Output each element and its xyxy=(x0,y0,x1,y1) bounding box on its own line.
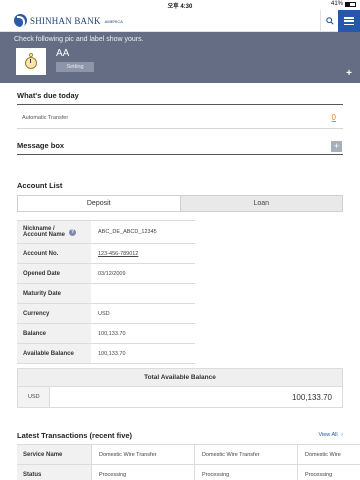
profile-picture[interactable] xyxy=(16,48,46,75)
row-label: Service Name xyxy=(17,445,91,464)
total-balance-currency: USD xyxy=(18,387,50,407)
tab-loan[interactable]: Loan xyxy=(179,196,342,211)
logo-icon xyxy=(14,14,27,27)
row-label: Currency xyxy=(17,304,91,323)
row-label: Nickname / Account Name? xyxy=(17,221,91,243)
message-box-expand-button[interactable]: + xyxy=(331,141,342,152)
table-row: Status Processing Processing Processing xyxy=(17,465,360,480)
pocket-watch-icon xyxy=(24,52,38,71)
row-label: Opened Date xyxy=(17,264,91,283)
table-row: Service Name Domestic Wire Transfer Dome… xyxy=(17,445,360,465)
table-row: Maturity Date xyxy=(17,284,195,304)
table-cell[interactable]: Domestic Wire Transfer xyxy=(194,445,297,464)
table-cell: Processing xyxy=(194,465,297,480)
table-cell[interactable]: Domestic Wire xyxy=(297,445,360,464)
profile-name: AA xyxy=(56,48,70,59)
table-cell: Processing xyxy=(297,465,360,480)
account-number-link[interactable]: 123-456-789012 xyxy=(91,244,195,263)
account-list-title: Account List xyxy=(17,181,63,190)
account-detail-table: Nickname / Account Name? ABC_DE_ABCD_123… xyxy=(17,220,195,364)
app-header: SHINHAN BANK AMERICA xyxy=(0,10,360,32)
chevron-right-icon: › xyxy=(341,432,343,438)
brand-subtitle: AMERICA xyxy=(104,19,123,24)
table-cell[interactable]: Domestic Wire Transfer xyxy=(91,445,194,464)
battery-percent: 41% xyxy=(330,1,343,7)
expand-profile-icon[interactable]: + xyxy=(346,68,352,79)
row-label: Available Balance xyxy=(17,344,91,363)
status-time: 오후 4:30 xyxy=(167,4,193,10)
due-item-divider xyxy=(17,128,343,129)
total-balance-header: Total Available Balance xyxy=(17,368,343,387)
brand-name: SHINHAN BANK xyxy=(30,15,101,26)
row-value: 100,133.70 xyxy=(98,330,126,337)
total-balance-amount: 100,133.70 xyxy=(291,392,332,402)
account-type-tabs: Deposit Loan xyxy=(17,195,343,212)
transactions-table: Service Name Domestic Wire Transfer Dome… xyxy=(17,444,360,480)
row-label: Account No. xyxy=(17,244,91,263)
search-button[interactable] xyxy=(320,10,338,32)
table-row: Balance 100,133.70 xyxy=(17,324,195,344)
brand-logo[interactable]: SHINHAN BANK AMERICA xyxy=(14,14,123,27)
automatic-transfer-label: Automatic Transfer xyxy=(22,115,69,121)
table-row: Nickname / Account Name? ABC_DE_ABCD_123… xyxy=(17,221,195,244)
battery-indicator: 41% xyxy=(331,1,356,7)
row-value: USD xyxy=(98,310,110,317)
due-today-title: What's due today xyxy=(17,91,79,100)
automatic-transfer-count[interactable]: 0 xyxy=(332,113,336,122)
table-row: Currency USD xyxy=(17,304,195,324)
view-all-link[interactable]: View All › xyxy=(318,432,343,438)
table-row: Available Balance 100,133.70 xyxy=(17,344,195,364)
latest-transactions-title: Latest Transactions (recent five) xyxy=(17,431,133,440)
menu-button[interactable] xyxy=(338,10,360,32)
total-balance-row: USD 100,133.70 xyxy=(17,387,343,408)
row-label: Status xyxy=(17,465,91,480)
row-value: ABC_DE_ABCD_12345 xyxy=(98,229,157,235)
row-value xyxy=(91,284,195,303)
table-row: Opened Date 03/12/2009 xyxy=(17,264,195,284)
profile-hint: Check following pic and label show yours… xyxy=(14,36,144,43)
row-value: 03/12/2009 xyxy=(98,270,126,277)
table-cell: Processing xyxy=(91,465,194,480)
setting-button[interactable]: Setting xyxy=(56,62,94,72)
search-icon xyxy=(325,17,334,25)
row-label: Balance xyxy=(17,324,91,343)
message-box-title: Message box xyxy=(17,141,65,150)
status-bar: 오후 4:30 41% xyxy=(0,0,360,10)
help-icon[interactable]: ? xyxy=(69,228,76,236)
row-label: Maturity Date xyxy=(17,284,91,303)
profile-panel: Check following pic and label show yours… xyxy=(0,32,360,83)
tab-deposit[interactable]: Deposit xyxy=(18,196,180,211)
row-value: 100,133.70 xyxy=(98,350,126,357)
due-today-divider xyxy=(17,104,343,105)
hamburger-menu-icon xyxy=(344,17,354,25)
message-box-divider xyxy=(17,154,343,155)
battery-icon xyxy=(345,1,356,7)
table-row: Account No. 123-456-789012 xyxy=(17,244,195,264)
